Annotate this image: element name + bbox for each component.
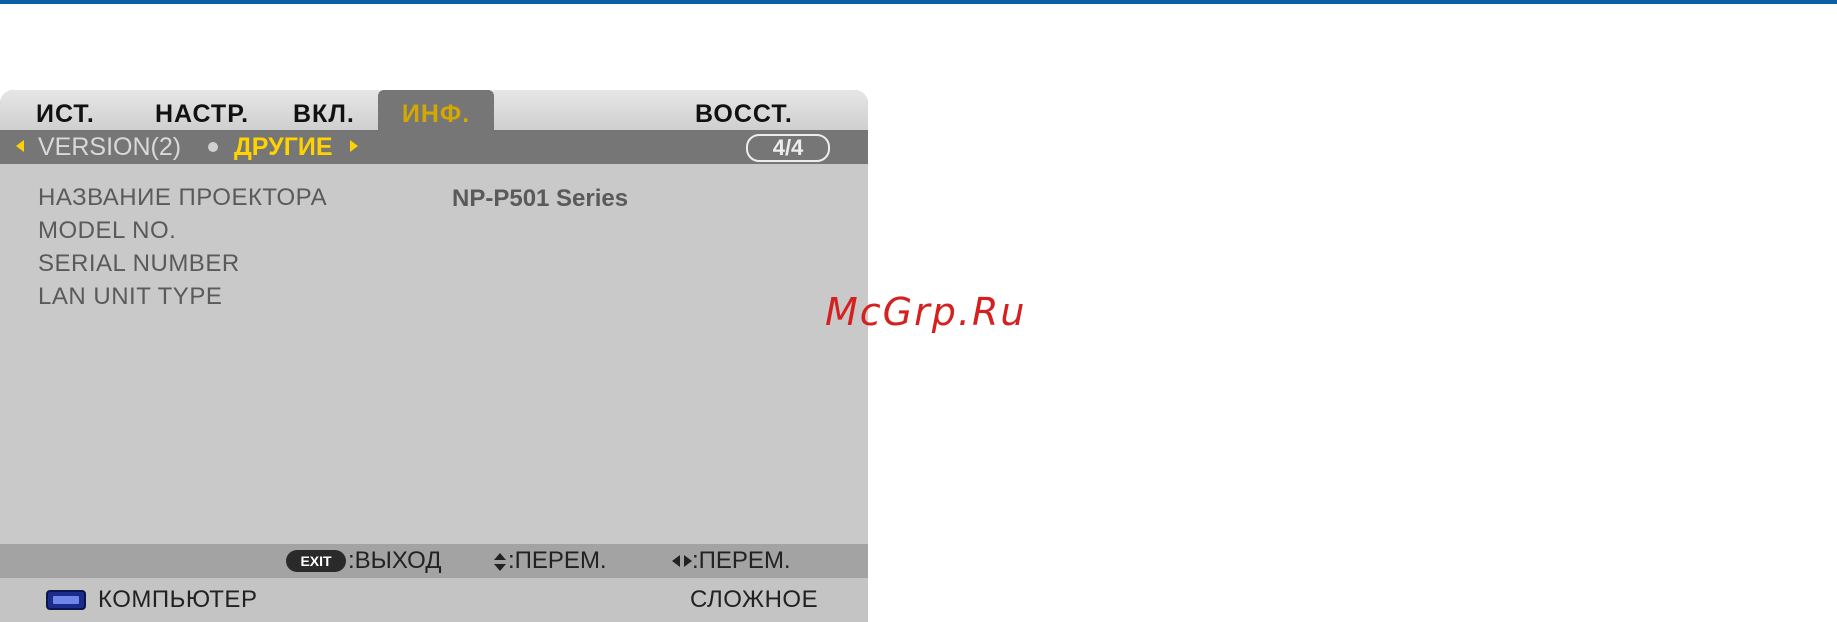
exit-key-badge: EXIT xyxy=(286,550,346,572)
info-label-lan-unit-type: LAN UNIT TYPE xyxy=(38,283,223,310)
updown-arrows-icon xyxy=(494,553,506,571)
leftright-arrows-icon xyxy=(672,555,692,567)
exit-hint-label: :ВЫХОД xyxy=(348,547,442,574)
info-value-projector-name: NP-P501 Series xyxy=(452,185,629,212)
leftright-hint-label: :ПЕРЕМ. xyxy=(692,547,791,574)
tab-setup[interactable]: НАСТР. xyxy=(155,90,249,130)
tab-on[interactable]: ВКЛ. xyxy=(293,90,355,130)
top-border-line xyxy=(0,0,1837,4)
menu-tab-bar: ИСТ. НАСТР. ВКЛ. ИНФ. ВОССТ. xyxy=(0,90,868,130)
monitor-icon xyxy=(46,590,86,610)
projector-osd-menu: ИСТ. НАСТР. ВКЛ. ИНФ. ВОССТ. VERSION(2) … xyxy=(0,90,868,622)
submenu-current[interactable]: ДРУГИЕ xyxy=(234,130,333,164)
tab-info[interactable]: ИНФ. xyxy=(378,90,494,130)
triangle-left-icon[interactable] xyxy=(16,140,24,152)
page-indicator: 4/4 xyxy=(746,134,830,162)
input-source-label: КОМПЬЮТЕР xyxy=(98,586,258,613)
watermark-text: McGrp.Ru xyxy=(825,290,1027,334)
triangle-right-icon[interactable] xyxy=(350,140,358,152)
menu-mode-label: СЛОЖНОЕ xyxy=(690,586,819,613)
info-label-serial-number: SERIAL NUMBER xyxy=(38,250,240,277)
key-hints-bar: EXIT :ВЫХОД :ПЕРЕМ. :ПЕРЕМ. xyxy=(0,544,868,578)
submenu-bar: VERSION(2) ДРУГИЕ 4/4 xyxy=(0,130,868,164)
separator-dot-icon xyxy=(208,142,218,152)
status-bar: КОМПЬЮТЕР СЛОЖНОЕ xyxy=(0,578,868,622)
tab-reset[interactable]: ВОССТ. xyxy=(695,90,793,130)
info-label-projector-name: НАЗВАНИЕ ПРОЕКТОРА xyxy=(38,184,328,211)
info-content-panel: НАЗВАНИЕ ПРОЕКТОРА NP-P501 Series MODEL … xyxy=(0,164,868,544)
submenu-previous[interactable]: VERSION(2) xyxy=(38,130,181,164)
info-label-model-no: MODEL NO. xyxy=(38,217,177,244)
updown-hint-label: :ПЕРЕМ. xyxy=(508,547,607,574)
tab-source[interactable]: ИСТ. xyxy=(36,90,95,130)
